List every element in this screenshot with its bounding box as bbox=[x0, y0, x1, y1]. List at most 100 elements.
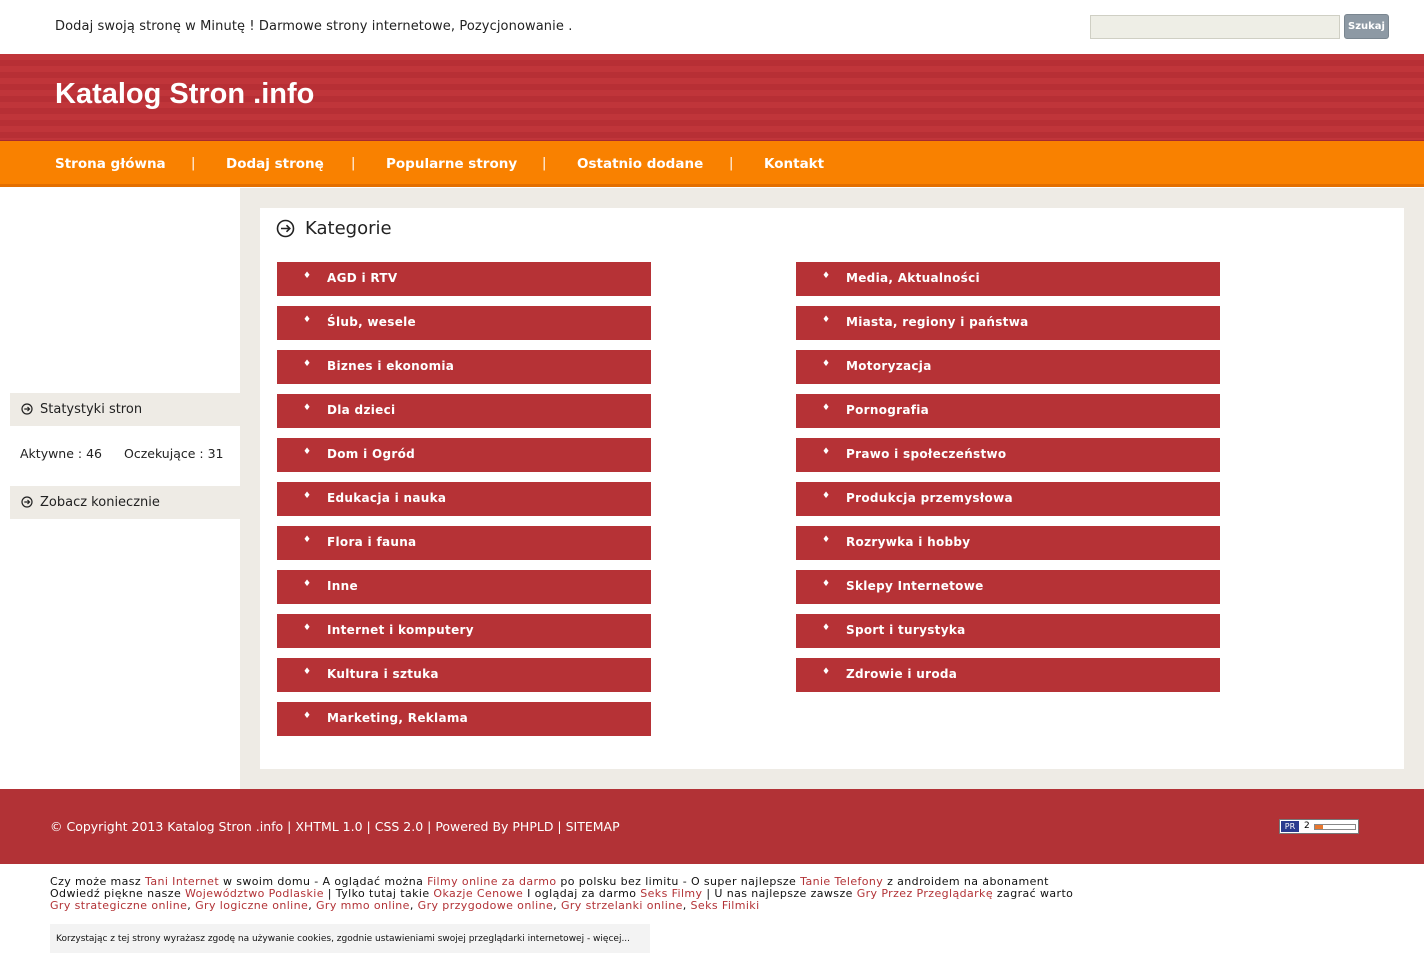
stat-active: Aktywne : 46 bbox=[20, 446, 102, 461]
category-label: Produkcja przemysłowa bbox=[846, 491, 1013, 505]
diamond-bullet-icon: ♦ bbox=[303, 447, 312, 457]
diamond-bullet-icon: ♦ bbox=[303, 711, 312, 721]
nav-separator: | bbox=[729, 156, 734, 171]
comma-separator: , bbox=[308, 899, 316, 912]
cookie-notice[interactable]: Korzystając z tej strony wyrażasz zgodę … bbox=[50, 924, 650, 953]
site-tagline: Dodaj swoją stronę w Minutę ! Darmowe st… bbox=[55, 19, 573, 34]
category-link[interactable]: ♦ Sport i turystyka bbox=[796, 614, 1220, 648]
pagerank-value: 2 bbox=[1304, 821, 1310, 831]
category-link[interactable]: ♦ Sklepy Internetowe bbox=[796, 570, 1220, 604]
diamond-bullet-icon: ♦ bbox=[822, 447, 831, 457]
category-label: Marketing, Reklama bbox=[327, 711, 469, 725]
site-title[interactable]: Katalog Stron .info bbox=[55, 78, 314, 111]
see-title: Zobacz koniecznie bbox=[40, 495, 160, 510]
promo-game-link[interactable]: Gry strategiczne online bbox=[50, 899, 187, 912]
diamond-bullet-icon: ♦ bbox=[303, 535, 312, 545]
category-label: Miasta, regiony i państwa bbox=[846, 315, 1029, 329]
category-label: Dla dzieci bbox=[327, 403, 396, 417]
stats-values: Aktywne : 46 Oczekujące : 31 bbox=[20, 446, 241, 461]
comma-separator: , bbox=[553, 899, 561, 912]
top-bar: Dodaj swoją stronę w Minutę ! Darmowe st… bbox=[0, 0, 1424, 54]
category-link[interactable]: ♦ Flora i fauna bbox=[277, 526, 651, 560]
category-link[interactable]: ♦ AGD i RTV bbox=[277, 262, 651, 296]
category-link[interactable]: ♦ Marketing, Reklama bbox=[277, 702, 651, 736]
category-label: Biznes i ekonomia bbox=[327, 359, 455, 373]
diamond-bullet-icon: ♦ bbox=[822, 579, 831, 589]
nav-item-home[interactable]: Strona główna bbox=[55, 156, 166, 172]
category-link[interactable]: ♦ Zdrowie i uroda bbox=[796, 658, 1220, 692]
category-link[interactable]: ♦ Inne bbox=[277, 570, 651, 604]
nav-item-add-site[interactable]: Dodaj stronę bbox=[226, 156, 324, 172]
nav-item-contact[interactable]: Kontakt bbox=[764, 156, 824, 172]
category-label: Sklepy Internetowe bbox=[846, 579, 984, 593]
category-link[interactable]: ♦ Media, Aktualności bbox=[796, 262, 1220, 296]
category-label: AGD i RTV bbox=[327, 271, 398, 285]
category-link[interactable]: ♦ Edukacja i nauka bbox=[277, 482, 651, 516]
diamond-bullet-icon: ♦ bbox=[822, 535, 831, 545]
pagerank-badge[interactable]: PR 2 bbox=[1279, 819, 1359, 834]
category-label: Prawo i społeczeństwo bbox=[846, 447, 1007, 461]
promo-links: Czy może masz Tani Internet w swoim domu… bbox=[50, 876, 1073, 912]
category-label: Media, Aktualności bbox=[846, 271, 980, 285]
site-header: Katalog Stron .info bbox=[0, 54, 1424, 141]
promo-game-link[interactable]: Gry przygodowe online bbox=[418, 899, 553, 912]
pagerank-label: PR bbox=[1281, 821, 1299, 832]
promo-game-link[interactable]: Gry strzelanki online bbox=[561, 899, 683, 912]
category-link[interactable]: ♦ Biznes i ekonomia bbox=[277, 350, 651, 384]
category-label: Dom i Ogród bbox=[327, 447, 416, 461]
category-label: Kultura i sztuka bbox=[327, 667, 439, 681]
diamond-bullet-icon: ♦ bbox=[303, 403, 312, 413]
category-link[interactable]: ♦ Motoryzacja bbox=[796, 350, 1220, 384]
pagerank-bar bbox=[1314, 824, 1356, 830]
diamond-bullet-icon: ♦ bbox=[303, 271, 312, 281]
comma-separator: , bbox=[409, 899, 418, 912]
category-link[interactable]: ♦ Dom i Ogród bbox=[277, 438, 651, 472]
copyright-text: © Copyright 2013 Katalog Stron .info | X… bbox=[50, 819, 620, 834]
search-button[interactable]: Szukaj bbox=[1344, 14, 1389, 39]
stats-box-header: Statystyki stron bbox=[10, 393, 240, 426]
see-box-header: Zobacz koniecznie bbox=[10, 486, 240, 519]
category-link[interactable]: ♦ Pornografia bbox=[796, 394, 1220, 428]
search-input[interactable] bbox=[1090, 15, 1340, 39]
category-link[interactable]: ♦ Ślub, wesele bbox=[277, 306, 651, 340]
category-label: Rozrywka i hobby bbox=[846, 535, 971, 549]
category-link[interactable]: ♦ Internet i komputery bbox=[277, 614, 651, 648]
stat-pending: Oczekujące : 31 bbox=[123, 446, 224, 461]
main-nav: Strona główna | Dodaj stronę | Popularne… bbox=[0, 141, 1424, 187]
promo-game-link[interactable]: Gry logiczne online bbox=[195, 899, 308, 912]
category-link[interactable]: ♦ Kultura i sztuka bbox=[277, 658, 651, 692]
diamond-bullet-icon: ♦ bbox=[303, 359, 312, 369]
arrow-circle-icon bbox=[21, 403, 33, 415]
category-link[interactable]: ♦ Miasta, regiony i państwa bbox=[796, 306, 1220, 340]
category-label: Sport i turystyka bbox=[846, 623, 966, 637]
diamond-bullet-icon: ♦ bbox=[303, 315, 312, 325]
nav-item-recent[interactable]: Ostatnio dodane bbox=[577, 156, 703, 172]
category-link[interactable]: ♦ Produkcja przemysłowa bbox=[796, 482, 1220, 516]
arrow-circle-icon bbox=[21, 496, 33, 508]
category-label: Inne bbox=[327, 579, 358, 593]
category-link[interactable]: ♦ Rozrywka i hobby bbox=[796, 526, 1220, 560]
category-link[interactable]: ♦ Dla dzieci bbox=[277, 394, 651, 428]
comma-separator: , bbox=[187, 899, 196, 912]
nav-item-popular[interactable]: Popularne strony bbox=[386, 156, 517, 172]
diamond-bullet-icon: ♦ bbox=[822, 667, 831, 677]
nav-separator: | bbox=[351, 156, 356, 171]
diamond-bullet-icon: ♦ bbox=[822, 271, 831, 281]
promo-game-link[interactable]: Seks Filmiki bbox=[691, 899, 760, 912]
diamond-bullet-icon: ♦ bbox=[822, 403, 831, 413]
nav-separator: | bbox=[542, 156, 547, 171]
diamond-bullet-icon: ♦ bbox=[303, 491, 312, 501]
category-label: Motoryzacja bbox=[846, 359, 932, 373]
promo-line-3: Gry strategiczne online, Gry logiczne on… bbox=[50, 900, 1073, 912]
diamond-bullet-icon: ♦ bbox=[303, 579, 312, 589]
link-gry-przegladarka[interactable]: Gry Przez Przeglądarkę bbox=[857, 887, 993, 900]
stats-title: Statystyki stron bbox=[40, 402, 143, 417]
category-label: Ślub, wesele bbox=[327, 315, 416, 329]
category-label: Flora i fauna bbox=[327, 535, 417, 549]
promo-game-link[interactable]: Gry mmo online bbox=[316, 899, 410, 912]
footer: © Copyright 2013 Katalog Stron .info | X… bbox=[0, 789, 1424, 864]
category-link[interactable]: ♦ Prawo i społeczeństwo bbox=[796, 438, 1220, 472]
diamond-bullet-icon: ♦ bbox=[822, 623, 831, 633]
category-label: Zdrowie i uroda bbox=[846, 667, 958, 681]
arrow-circle-icon bbox=[276, 219, 295, 238]
